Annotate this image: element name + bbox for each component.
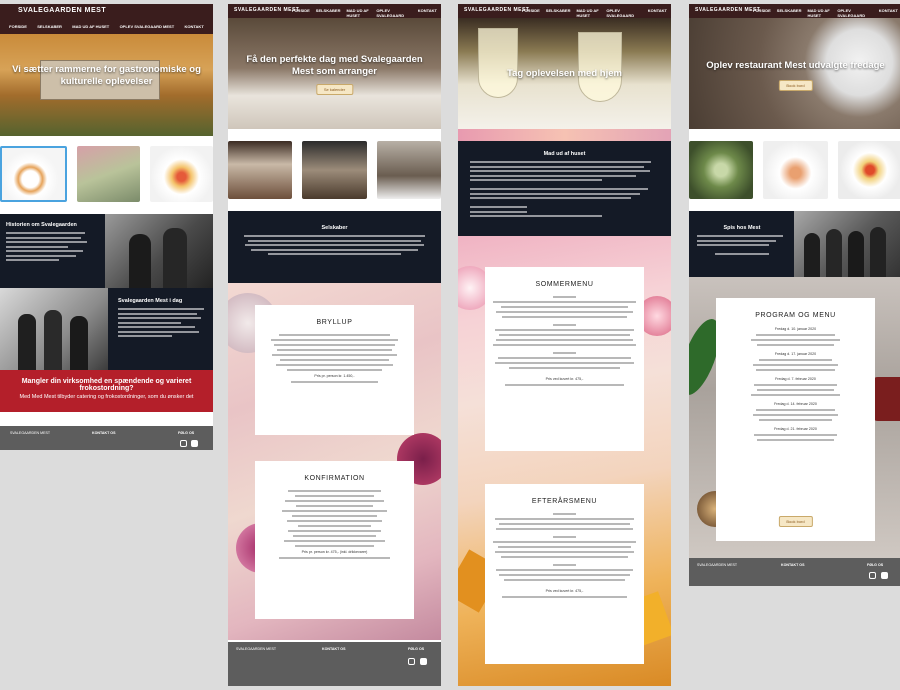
- header-nav: SVALEGAARDEN MEST FORSIDE SELSKABER MAD …: [228, 4, 441, 23]
- lunch-banner: Mangler din virksomhed en spændende og v…: [0, 370, 213, 412]
- thumbnail-flowers[interactable]: [77, 146, 140, 202]
- page-forside: SVALEGAARDEN MEST FORSIDE SELSKABER MAD …: [0, 4, 213, 450]
- card-price-efterarsmenu: Pris ved kuvert kr. 475,-: [545, 589, 584, 593]
- hero-image: Oplev restaurant Mest udvalgte fredage B…: [689, 18, 900, 129]
- today-section: Svalegaarden Mest i dag: [0, 288, 213, 370]
- nav-links: FORSIDE SELSKABER MAD UD AF HUSET OPLEV …: [0, 24, 213, 29]
- program-date-1: Fredag d. 10. januar 2020: [774, 327, 817, 331]
- card-konfirmation: KONFIRMATION Pris pr. person kr. 475,- (…: [255, 461, 414, 619]
- brand-logo[interactable]: SVALEGAARDEN MEST: [18, 7, 106, 14]
- hero-image: Vi sætter rammerne for gastronomiske og …: [0, 34, 213, 136]
- thumbnail-table[interactable]: [376, 141, 441, 199]
- card-price-konfirmation: Pris pr. person kr. 475,- (inkl. drikkev…: [301, 550, 368, 554]
- footer-contact-title: KONTAKT OS: [781, 563, 805, 567]
- team-photo: [0, 288, 108, 370]
- hero-title: Tag oplevelsen med hjem: [507, 68, 622, 79]
- card-title-konfirmation: KONFIRMATION: [304, 475, 365, 482]
- hero-title: Få den perfekte dag med Svalegaarden Mes…: [246, 54, 423, 77]
- selskaber-intro: Selskaber: [228, 211, 441, 285]
- thumbnail-dessert[interactable]: [837, 141, 900, 199]
- program-date-4: Fredag d. 14. februar 2020: [774, 402, 817, 406]
- footer-follow-title: FØLG OS: [867, 563, 884, 567]
- header-nav: SVALEGAARDEN MEST FORSIDE SELSKABER MAD …: [458, 4, 671, 23]
- card-sommermenu: SOMMERMENU Pris ved kuvert kr. 475,-: [485, 267, 644, 451]
- facebook-icon[interactable]: [191, 440, 198, 447]
- chef-text: Spis hos Mest: [697, 225, 787, 258]
- footer: SVALEGAARDEN MEST KONTAKT OS FØLG OS: [0, 426, 213, 450]
- history-title: Historien om Svalegaarden: [6, 222, 77, 228]
- wine-glass: [478, 28, 518, 98]
- hero-image: Tag oplevelsen med hjem: [458, 18, 671, 129]
- card-book-button[interactable]: Book bord: [778, 516, 813, 527]
- nav-item-forside[interactable]: FORSIDE: [9, 24, 27, 29]
- card-title-program: PROGRAM OG MENU: [755, 312, 836, 319]
- hero-calendar-button[interactable]: Se kalender: [315, 84, 354, 95]
- program-date-3: Fredag d. 7. februar 2020: [775, 377, 816, 381]
- nav-item-oplev[interactable]: OPLEV SVALEGAARD MEST: [120, 24, 175, 29]
- header-nav: SVALEGAARDEN MEST FORSIDE SELSKABER MAD …: [0, 4, 213, 34]
- footer-logo: SVALEGAARDEN MEST: [697, 563, 738, 567]
- banner-title: Mangler din virksomhed en spændende og v…: [21, 378, 192, 392]
- footer-contact-title: KONTAKT OS: [322, 647, 346, 651]
- card-title-sommermenu: SOMMERMENU: [535, 281, 594, 288]
- section-title: Mad ud af huset: [543, 151, 586, 157]
- card-title-efterarsmenu: EFTERÅRSMENU: [531, 498, 598, 505]
- team-photo: [794, 211, 900, 285]
- chefs-photo: [105, 214, 213, 288]
- hero-title: Vi sætter rammerne for gastronomiske og …: [12, 64, 201, 87]
- chef-title: Spis hos Mest: [723, 225, 761, 231]
- program-date-2: Fredag d. 17. januar 2020: [774, 352, 817, 356]
- program-date-5: Fredag d. 21. februar 2020: [774, 427, 817, 431]
- card-price-sommermenu: Pris ved kuvert kr. 475,-: [545, 377, 584, 381]
- thumbnail-row: [228, 129, 441, 211]
- thumbnail-hall[interactable]: [302, 141, 367, 199]
- footer: SVALEGAARDEN MEST KONTAKT OS FØLG OS: [689, 558, 900, 586]
- instagram-icon[interactable]: [180, 440, 187, 447]
- facebook-icon[interactable]: [420, 658, 427, 665]
- wine-glass: [578, 32, 622, 102]
- card-bryllup: BRYLLUP Pris pr. person kr. 1.450,-: [255, 305, 414, 435]
- instagram-icon[interactable]: [408, 658, 415, 665]
- thumbnail-cake[interactable]: [228, 141, 293, 199]
- card-efterarsmenu: EFTERÅRSMENU Pris ved kuvert kr. 475,-: [485, 484, 644, 664]
- card-price-bryllup: Pris pr. person kr. 1.450,-: [314, 374, 355, 378]
- hero-book-button[interactable]: Book bord: [778, 80, 813, 91]
- thumbnail-row: [0, 136, 213, 214]
- footer-logo: SVALEGAARDEN MEST: [10, 431, 51, 435]
- header-nav: SVALEGAARDEN MEST FORSIDE SELSKABER MAD …: [689, 4, 900, 23]
- chef-section: Spis hos Mest: [689, 211, 900, 285]
- footer-contact-title: KONTAKT OS: [92, 431, 116, 435]
- page-mad-ud-af-huset: SVALEGAARDEN MEST FORSIDE SELSKABER MAD …: [458, 4, 671, 686]
- card-program: PROGRAM OG MENU Fredag d. 10. januar 202…: [716, 298, 875, 541]
- today-title: Svalegaarden Mest i dag: [118, 298, 183, 304]
- thumbnail-salad[interactable]: [150, 146, 213, 202]
- instagram-icon[interactable]: [869, 572, 876, 579]
- page-selskaber: SVALEGAARDEN MEST FORSIDE SELSKABER MAD …: [228, 4, 441, 686]
- footer-follow-title: FØLG OS: [178, 431, 195, 435]
- thumbnail-plate[interactable]: [763, 141, 828, 199]
- nav-item-mad[interactable]: MAD UD AF HUSET: [72, 24, 109, 29]
- footer-follow-title: FØLG OS: [408, 647, 425, 651]
- mad-intro: Mad ud af huset: [458, 141, 671, 249]
- thumbnail-oysters[interactable]: [689, 141, 754, 199]
- facebook-icon[interactable]: [881, 572, 888, 579]
- banner-text[interactable]: Med Med Mest tilbyder catering og frokos…: [0, 394, 213, 400]
- nav-item-kontakt[interactable]: KONTAKT: [185, 24, 204, 29]
- card-title-bryllup: BRYLLUP: [316, 319, 353, 326]
- hero-image: Få den perfekte dag med Svalegaarden Mes…: [228, 18, 441, 129]
- thumbnail-dish[interactable]: [0, 146, 67, 202]
- page-oplev-mest: SVALEGAARDEN MEST FORSIDE SELSKABER MAD …: [689, 4, 900, 586]
- history-text: Historien om Svalegaarden: [6, 222, 94, 264]
- footer: SVALEGAARDEN MEST KONTAKT OS FØLG OS: [228, 642, 441, 686]
- section-title: Selskaber: [321, 225, 348, 231]
- footer-logo: SVALEGAARDEN MEST: [236, 647, 277, 651]
- floral-strip: [458, 129, 671, 141]
- thumbnail-row: [689, 129, 900, 211]
- today-text: Svalegaarden Mest i dag: [118, 298, 208, 340]
- history-section: Historien om Svalegaarden: [0, 214, 213, 288]
- hero-title: Oplev restaurant Mest udvalgte fredage: [706, 60, 885, 71]
- nav-item-selskaber[interactable]: SELSKABER: [37, 24, 62, 29]
